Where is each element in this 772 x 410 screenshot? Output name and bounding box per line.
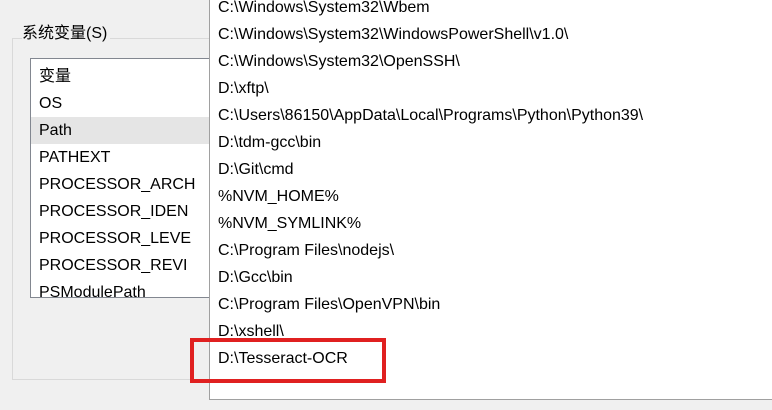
system-variables-list[interactable]: 变量 OS Path PATHEXT PROCESSOR_ARCH PROCES… (30, 58, 220, 298)
path-entry[interactable]: C:\Program Files\nodejs\ (210, 237, 772, 264)
list-item-path[interactable]: Path (31, 117, 219, 144)
path-entry[interactable]: C:\Windows\System32\WindowsPowerShell\v1… (210, 21, 772, 48)
path-entry[interactable]: %NVM_HOME% (210, 183, 772, 210)
path-entry[interactable]: D:\xftp\ (210, 75, 772, 102)
path-entry[interactable]: C:\Program Files\OpenVPN\bin (210, 291, 772, 318)
list-item-pathext[interactable]: PATHEXT (31, 144, 219, 171)
path-entry[interactable]: D:\Git\cmd (210, 156, 772, 183)
path-entry[interactable]: C:\Windows\System32\Wbem (210, 0, 772, 21)
edit-path-list[interactable]: C:\Windows\System32\Wbem C:\Windows\Syst… (209, 0, 772, 400)
list-item-processor-iden[interactable]: PROCESSOR_IDEN (31, 198, 219, 225)
path-entry[interactable]: C:\Users\86150\AppData\Local\Programs\Py… (210, 102, 772, 129)
path-entry-tesseract-ocr[interactable]: D:\Tesseract-OCR (210, 345, 772, 372)
list-item-processor-leve[interactable]: PROCESSOR_LEVE (31, 225, 219, 252)
column-header-variable[interactable]: 变量 (31, 63, 219, 90)
list-item-processor-revi[interactable]: PROCESSOR_REVI (31, 252, 219, 279)
path-entry[interactable]: D:\Gcc\bin (210, 264, 772, 291)
list-item-os[interactable]: OS (31, 90, 219, 117)
path-entry[interactable]: %NVM_SYMLINK% (210, 210, 772, 237)
list-item-psmodulepath[interactable]: PSModulePath (31, 279, 219, 297)
path-entry[interactable]: C:\Windows\System32\OpenSSH\ (210, 48, 772, 75)
system-variables-label: 系统变量(S) (22, 24, 111, 44)
path-entry[interactable]: D:\tdm-gcc\bin (210, 129, 772, 156)
path-entry[interactable]: D:\xshell\ (210, 318, 772, 345)
list-item-processor-arch[interactable]: PROCESSOR_ARCH (31, 171, 219, 198)
